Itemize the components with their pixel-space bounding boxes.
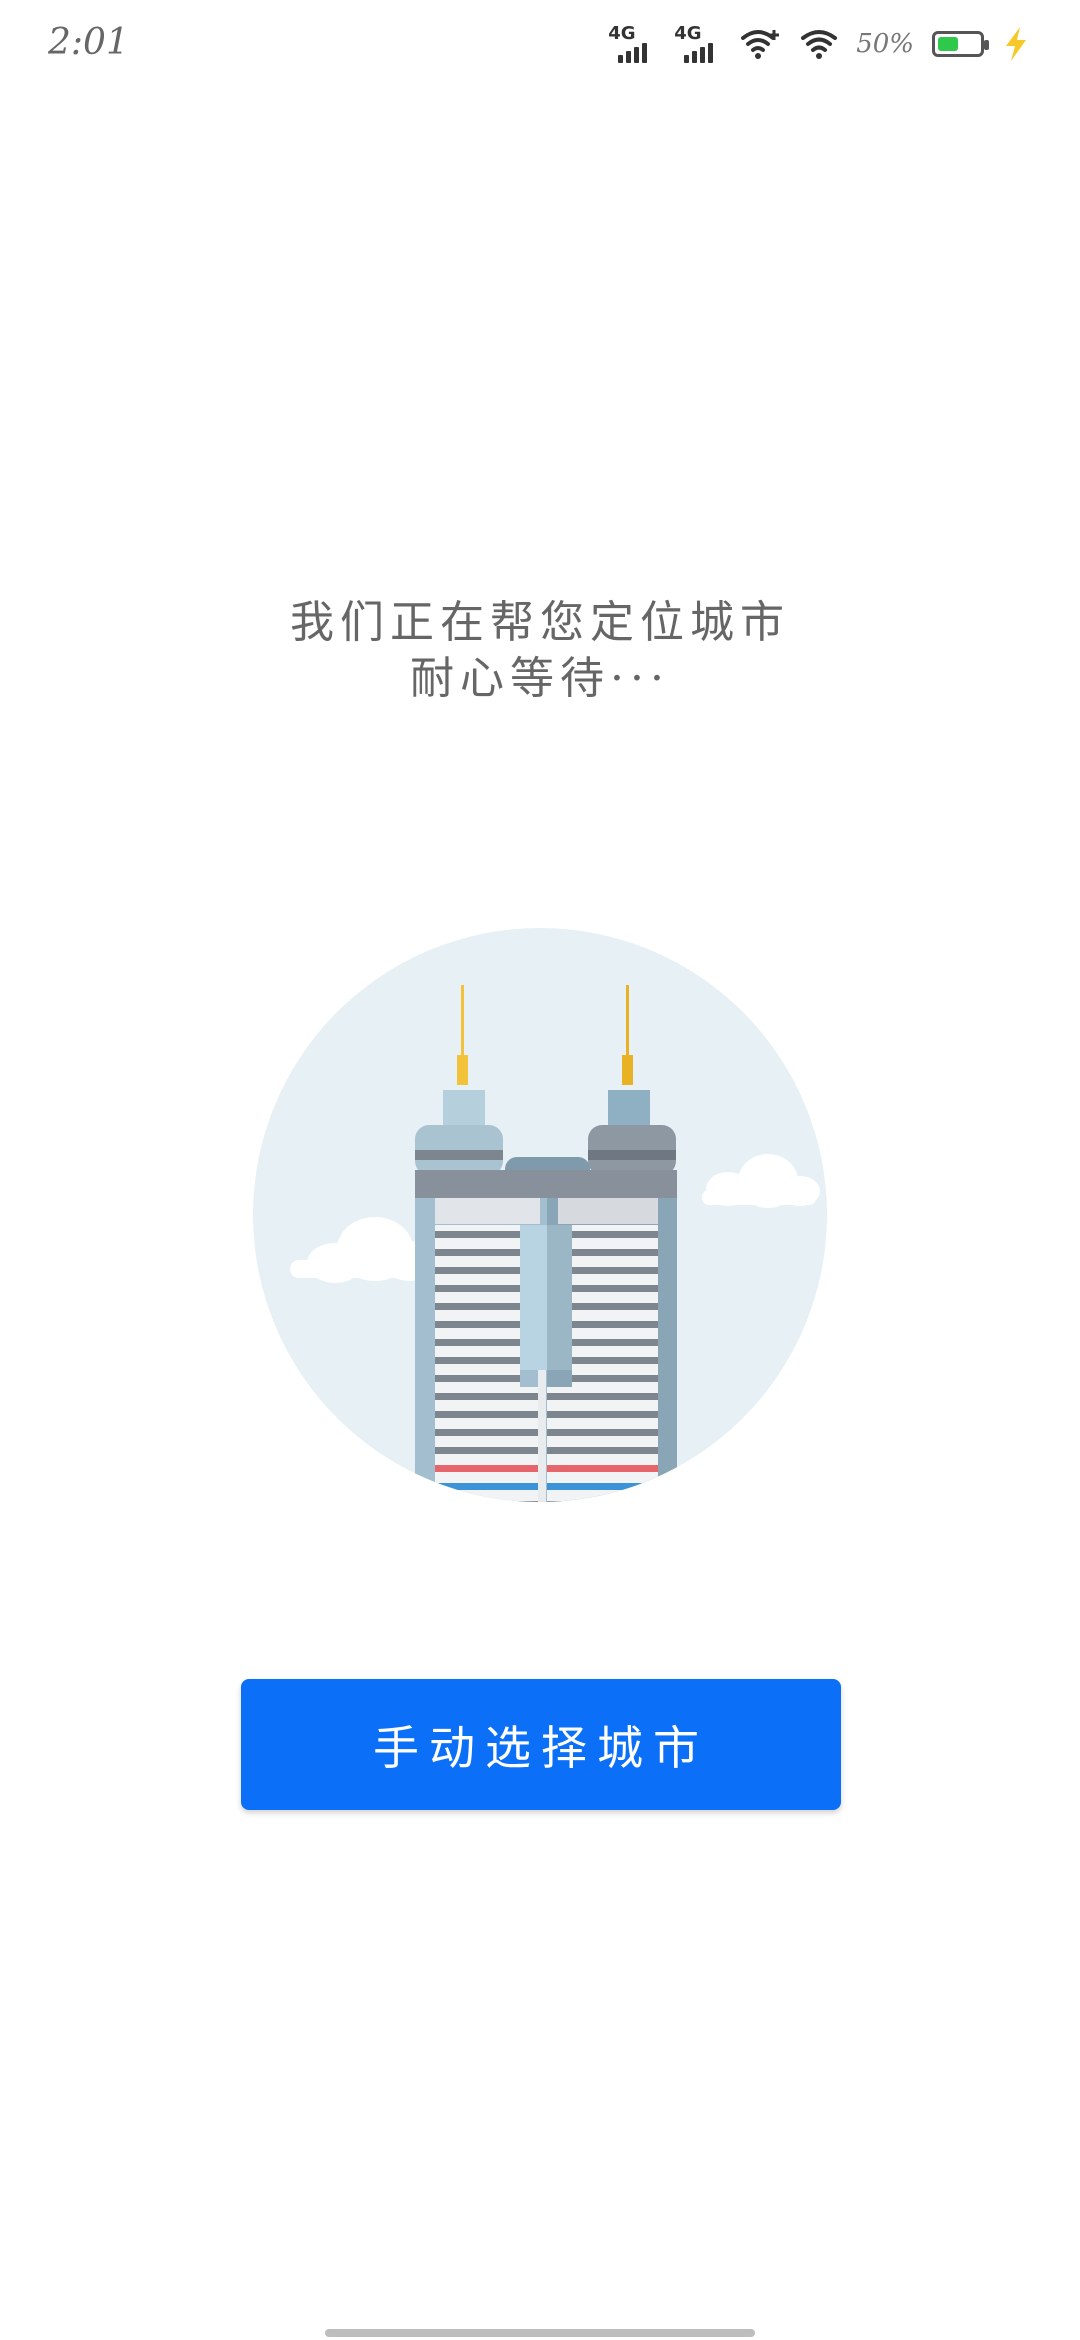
status-time: 2:01: [48, 22, 129, 63]
manual-select-city-button[interactable]: 手动选择城市: [241, 1679, 841, 1810]
message-line-1: 我们正在帮您定位城市: [290, 597, 790, 648]
signal-4g-icon: 4G: [674, 23, 722, 63]
charging-bolt-icon: [1006, 27, 1026, 61]
home-indicator[interactable]: [325, 2329, 755, 2337]
status-icons: 4G 4G 50%: [608, 23, 1030, 64]
network-type-label: 4G: [608, 23, 636, 44]
city-illustration-svg: [253, 928, 827, 1502]
message-line-2: 耐心等待···: [410, 653, 670, 704]
signal-4g-icon: 4G: [608, 23, 656, 63]
twin-towers-illustration: [250, 925, 830, 1505]
battery-percent: 50%: [856, 29, 914, 59]
locating-message: 我们正在帮您定位城市 耐心等待···: [0, 595, 1080, 707]
battery-icon: [932, 31, 989, 57]
wifi-plus-icon: [741, 30, 780, 59]
status-bar: 2:01 4G 4G 50%: [0, 0, 1080, 90]
wifi-icon: [801, 30, 838, 59]
network-type-label: 4G: [674, 23, 702, 44]
